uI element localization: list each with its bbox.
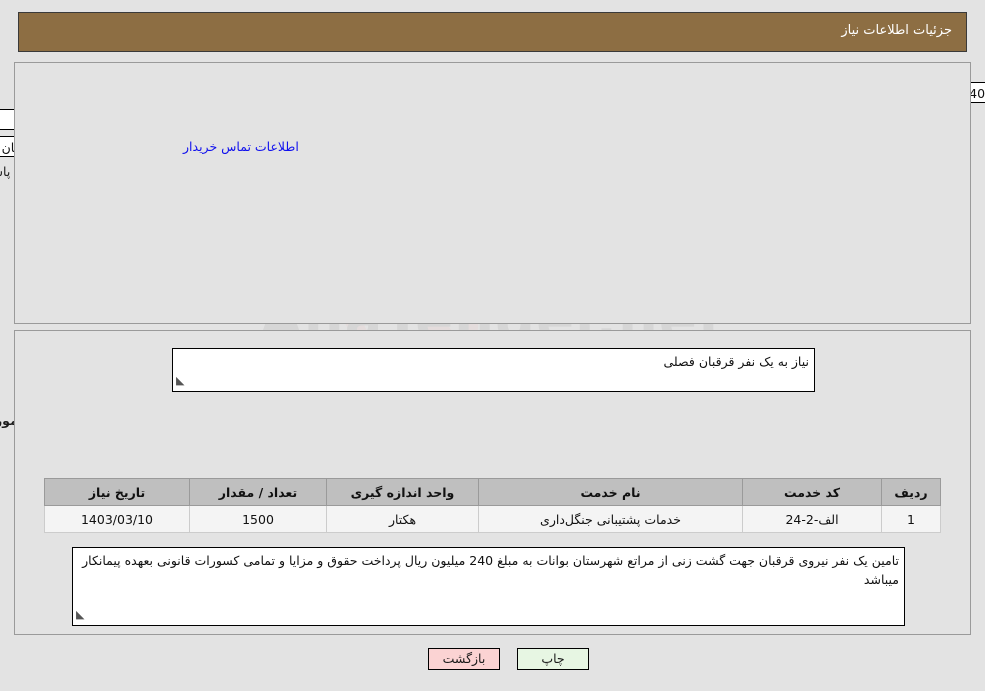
general-desc-textarea[interactable]: نیاز به یک نفر قرقبان فصلی ◢ (172, 348, 815, 392)
col-quantity: تعداد / مقدار (189, 478, 327, 506)
cell-unit: هکتار (326, 505, 479, 533)
general-desc-value: نیاز به یک نفر قرقبان فصلی (663, 354, 810, 369)
cell-quantity: 1500 (189, 505, 327, 533)
col-need-date: تاریخ نیاز (44, 478, 190, 506)
cell-need-date: 1403/03/10 (44, 505, 190, 533)
table-header-row: ردیف کد خدمت نام خدمت واحد اندازه گیری ت… (44, 478, 941, 506)
page-header-bar: جزئیات اطلاعات نیاز (18, 12, 967, 52)
need-summary-panel (14, 62, 971, 324)
table-row: 1 الف-2-24 خدمات پشتیبانی جنگل‌داری هکتا… (44, 505, 941, 533)
col-service-name: نام خدمت (478, 478, 743, 506)
col-unit: واحد اندازه گیری (326, 478, 479, 506)
cell-service-name: خدمات پشتیبانی جنگل‌داری (478, 505, 743, 533)
page-title: جزئیات اطلاعات نیاز (841, 23, 952, 38)
resize-grip-icon-2[interactable]: ◢ (76, 605, 84, 624)
buyer-notes-textarea[interactable]: تامین یک نفر نیروی قرقبان جهت گشت زنی از… (72, 547, 905, 626)
page-root: AnaTender.net جزئیات اطلاعات نیاز شماره … (0, 0, 985, 691)
col-service-code: کد خدمت (742, 478, 882, 506)
resize-grip-icon[interactable]: ◢ (176, 371, 184, 390)
col-row-no: ردیف (881, 478, 941, 506)
back-button[interactable]: بازگشت (428, 648, 500, 670)
cell-row-no: 1 (881, 505, 941, 533)
buyer-contact-link[interactable]: اطلاعات تماس خریدار (183, 139, 299, 154)
print-button[interactable]: چاپ (517, 648, 589, 670)
cell-service-code: الف-2-24 (742, 505, 882, 533)
buyer-notes-value: تامین یک نفر نیروی قرقبان جهت گشت زنی از… (82, 553, 899, 587)
services-table: ردیف کد خدمت نام خدمت واحد اندازه گیری ت… (44, 478, 941, 533)
